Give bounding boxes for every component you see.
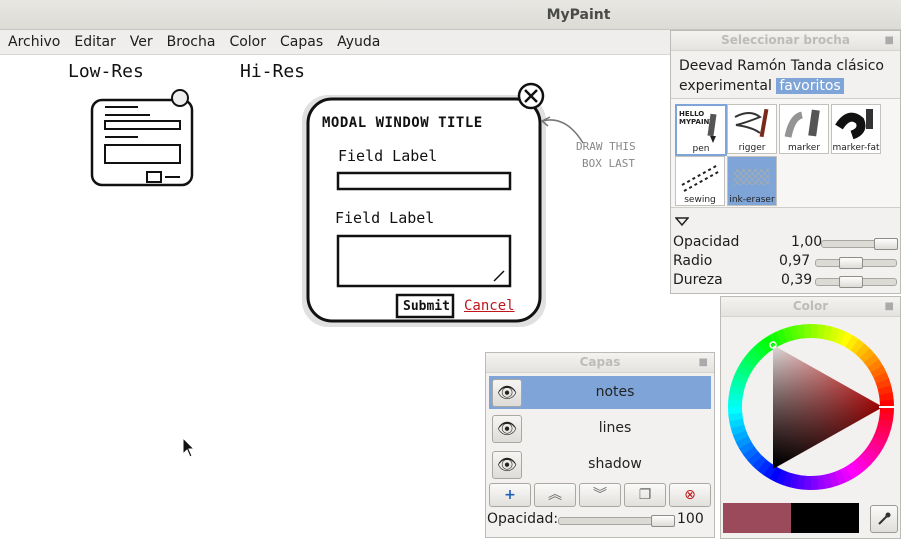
brush-sewing[interactable]: sewing xyxy=(675,156,725,206)
add-layer-button[interactable]: + xyxy=(489,483,531,507)
window-title: MyPaint xyxy=(546,7,611,23)
layer-opacity-slider-knob[interactable] xyxy=(651,515,675,527)
opacity-slider-knob[interactable] xyxy=(874,238,898,250)
duplicate-layer-button[interactable]: ❐ xyxy=(624,483,666,507)
previous-color-swatch xyxy=(791,503,859,533)
field-label-1: Field Label xyxy=(338,147,438,165)
brush-ink-eraser[interactable]: ink-eraser xyxy=(727,156,777,206)
setting-hardness-label: Dureza xyxy=(673,272,723,288)
sewing-icon xyxy=(681,164,721,192)
group-ramon[interactable]: Ramón xyxy=(737,58,786,74)
menu-color[interactable]: Color xyxy=(221,30,272,50)
color-panel: Color ■ xyxy=(720,296,901,539)
menu-ayuda[interactable]: Ayuda xyxy=(329,30,386,50)
field-label-2: Field Label xyxy=(335,209,435,227)
delete-layer-button[interactable]: ⊗ xyxy=(669,483,711,507)
modal-title-text: MODAL WINDOW TITLE xyxy=(322,115,483,131)
pen-icon xyxy=(707,113,717,143)
layers-panel-header: Capas ■ xyxy=(486,353,714,373)
group-favoritos[interactable]: favoritos xyxy=(776,78,844,94)
chevron-down-icon: ︾ xyxy=(593,487,607,503)
brush-label-marker-fat: marker-fat xyxy=(832,143,880,153)
marker-fat-icon xyxy=(835,109,873,140)
eyedropper-button[interactable] xyxy=(870,505,898,533)
layer-name: lines xyxy=(598,420,632,436)
brush-label-pen: pen xyxy=(677,144,725,154)
panel-close-icon[interactable]: ■ xyxy=(699,353,708,372)
eyedropper-icon xyxy=(878,512,891,525)
setting-hardness-value: 0,39 xyxy=(781,272,813,288)
brush-label-rigger: rigger xyxy=(728,143,776,153)
menu-editar[interactable]: Editar xyxy=(66,30,121,50)
delete-icon: ⊗ xyxy=(684,487,696,503)
opacity-slider[interactable] xyxy=(821,238,898,250)
brush-grid: HELLO MYPAINT pen rigger marker marker-f… xyxy=(671,98,900,208)
layer-row-shadow[interactable]: 👁 shadow xyxy=(489,448,711,481)
lowres-label: Low-Res xyxy=(68,61,144,82)
menu-ver[interactable]: Ver xyxy=(122,30,159,50)
radius-slider[interactable] xyxy=(815,257,897,269)
menu-capas[interactable]: Capas xyxy=(272,30,329,50)
panel-close-icon[interactable]: ■ xyxy=(885,31,894,50)
plus-icon: + xyxy=(504,487,516,503)
brush-label-ink-eraser: ink-eraser xyxy=(728,195,776,205)
setting-opacity-label: Opacidad xyxy=(673,234,740,250)
marker-icon xyxy=(784,109,820,138)
rigger-icon xyxy=(734,108,769,138)
layer-row-lines[interactable]: 👁 lines xyxy=(489,412,711,445)
group-deevad[interactable]: Deevad xyxy=(679,58,733,74)
setting-radius-value: 0,97 xyxy=(779,253,811,269)
annotation-line1: DRAW THIS xyxy=(576,140,636,153)
hires-label: Hi-Res xyxy=(240,61,306,82)
layer-row-notes[interactable]: 👁 notes xyxy=(489,376,711,409)
brush-marker[interactable]: marker xyxy=(779,104,829,154)
mouse-cursor-icon xyxy=(182,437,196,458)
brush-label-marker: marker xyxy=(780,143,828,153)
brush-pen[interactable]: HELLO MYPAINT pen xyxy=(675,104,727,156)
layer-opacity-label: Opacidad: xyxy=(487,511,559,527)
move-layer-down-button[interactable]: ︾ xyxy=(579,483,621,507)
brush-panel: Seleccionar brocha ■ Deevad Ramón Tanda … xyxy=(670,30,901,294)
panel-close-icon[interactable]: ■ xyxy=(885,297,894,316)
move-layer-up-button[interactable]: ︽ xyxy=(534,483,576,507)
brush-panel-title: Seleccionar brocha xyxy=(721,33,850,47)
layer-opacity-slider[interactable] xyxy=(558,515,675,527)
setting-radius-label: Radio xyxy=(673,253,713,269)
layer-name: shadow xyxy=(588,456,642,472)
group-tanda[interactable]: Tanda xyxy=(791,58,832,74)
submit-sketch: Submit xyxy=(403,299,450,314)
group-clasico[interactable]: clásico xyxy=(836,58,884,74)
expander-triangle-icon[interactable] xyxy=(675,217,689,227)
brush-rigger[interactable]: rigger xyxy=(727,104,777,154)
layers-panel-title: Capas xyxy=(579,355,621,369)
menu-brocha[interactable]: Brocha xyxy=(159,30,222,50)
ink-eraser-icon xyxy=(734,169,770,185)
group-experimental[interactable]: experimental xyxy=(679,78,772,94)
radius-slider-knob[interactable] xyxy=(839,257,864,269)
current-color-swatch xyxy=(723,503,791,533)
color-panel-title: Color xyxy=(792,299,829,313)
chevron-up-icon: ︽ xyxy=(548,487,562,503)
cancel-sketch: Cancel xyxy=(464,298,515,314)
layer-opacity-value: 100 xyxy=(677,511,704,527)
duplicate-icon: ❐ xyxy=(638,487,652,503)
layer-buttons: + ︽ ︾ ❐ ⊗ xyxy=(486,483,714,507)
hardness-slider[interactable] xyxy=(815,276,897,288)
setting-opacity-value: 1,00 xyxy=(791,234,823,250)
menu-archivo[interactable]: Archivo xyxy=(0,30,66,50)
color-panel-header: Color ■ xyxy=(721,297,900,317)
hardness-slider-knob[interactable] xyxy=(838,276,863,288)
lowres-sketch xyxy=(90,89,194,187)
annotation-line2: BOX LAST xyxy=(582,157,635,170)
layer-name: notes xyxy=(595,384,635,400)
title-bar: MyPaint xyxy=(0,0,901,30)
color-wheel[interactable] xyxy=(725,321,897,493)
brush-groups: Deevad Ramón Tanda clásico experimental … xyxy=(679,56,899,96)
brush-panel-header: Seleccionar brocha ■ xyxy=(671,31,900,51)
brush-label-sewing: sewing xyxy=(676,195,724,205)
brush-marker-fat[interactable]: marker-fat xyxy=(831,104,881,154)
layers-panel: Capas ■ 👁 notes 👁 lines 👁 shadow + ︽ ︾ ❐… xyxy=(485,352,715,538)
